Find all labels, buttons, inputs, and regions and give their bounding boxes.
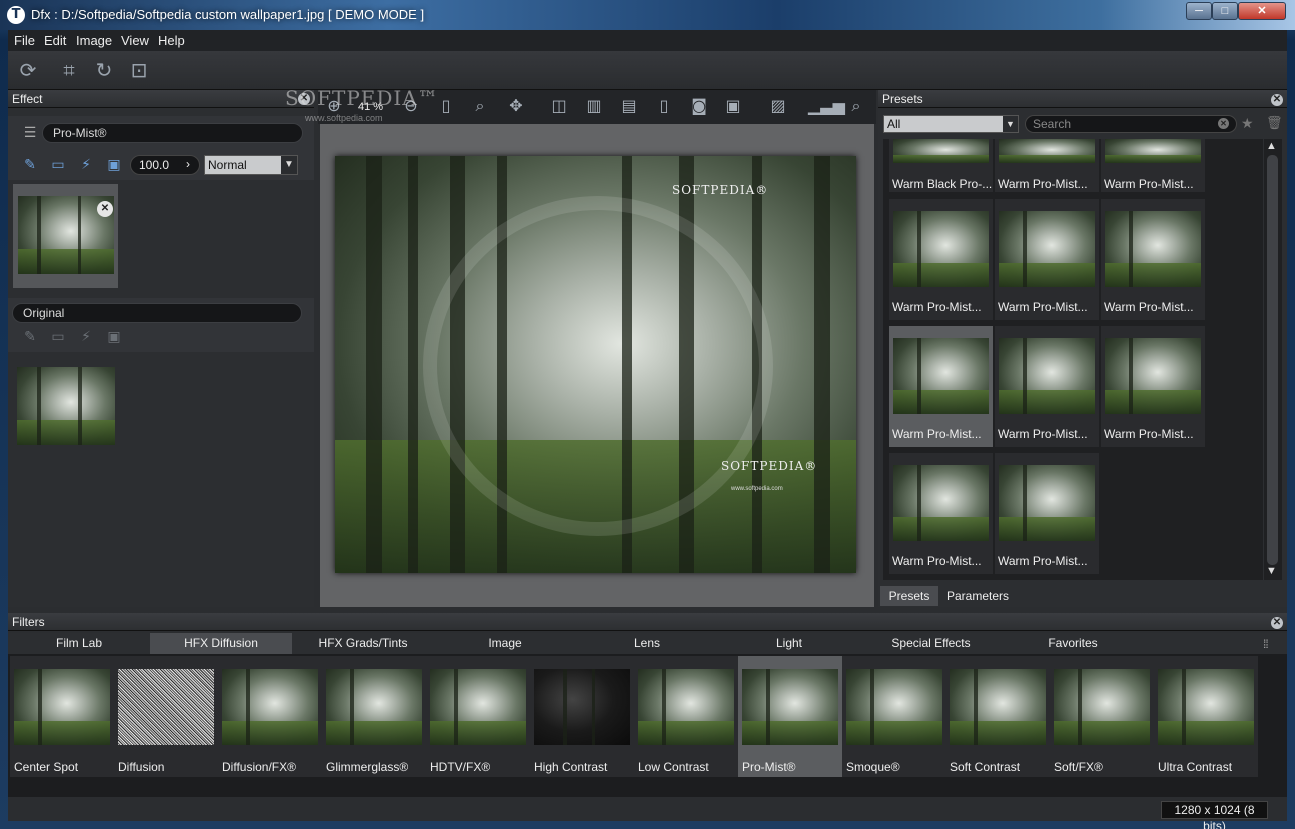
close-button[interactable]: ✕: [1238, 2, 1286, 20]
preset-scrollbar-thumb[interactable]: [1267, 155, 1278, 565]
inspect-icon[interactable]: ⌕: [844, 94, 868, 118]
single-view-icon[interactable]: ▯: [652, 94, 676, 118]
tab-parameters[interactable]: Parameters: [940, 586, 1016, 606]
split-view-icon[interactable]: ◫: [547, 94, 571, 118]
preset-search-input[interactable]: Search: [1025, 115, 1237, 133]
tab-hfx-grads-tints[interactable]: HFX Grads/Tints: [292, 633, 434, 654]
tab-presets[interactable]: Presets: [880, 586, 938, 606]
window-title: Dfx : D:/Softpedia/Softpedia custom wall…: [31, 7, 425, 22]
split-horizontal-icon[interactable]: ▤: [617, 94, 641, 118]
monitor-icon: ▭: [51, 329, 65, 345]
filter-item[interactable]: Glimmerglass®: [322, 656, 426, 777]
split-vertical-icon[interactable]: ▥: [582, 94, 606, 118]
magnifier-icon[interactable]: ⌕: [468, 94, 492, 118]
filter-item[interactable]: Diffusion/FX®: [218, 656, 322, 777]
edit-mask-icon[interactable]: ✎: [20, 156, 40, 174]
refresh-icon[interactable]: ⟳: [15, 58, 41, 82]
flash-icon[interactable]: ⚡: [76, 156, 96, 174]
layer-list-icon[interactable]: ☰: [20, 124, 40, 142]
effect-layer-name[interactable]: Pro-Mist®: [42, 123, 303, 143]
filter-item[interactable]: Center Spot: [10, 656, 114, 777]
mask-icon: ▣: [107, 329, 121, 345]
original-layer-name[interactable]: Original: [12, 303, 302, 323]
menu-bar: [8, 30, 1287, 51]
edit-mask-icon: ✎: [24, 329, 36, 345]
app-logo-icon: T: [7, 6, 25, 24]
rotate-icon[interactable]: ↻: [91, 58, 117, 82]
filter-item[interactable]: High Contrast: [530, 656, 634, 777]
preset-item[interactable]: Warm Pro-Mist...: [889, 199, 993, 320]
filter-item[interactable]: Diffusion: [114, 656, 218, 777]
tab-favorites[interactable]: Favorites: [1002, 633, 1144, 654]
preset-item[interactable]: Warm Pro-Mist...: [1101, 139, 1205, 192]
preset-item[interactable]: Warm Pro-Mist...: [995, 139, 1099, 192]
original-thumbnail[interactable]: [17, 367, 115, 445]
filter-item-selected[interactable]: Pro-Mist®: [738, 656, 842, 777]
histogram-icon[interactable]: ▁▃▅: [808, 94, 845, 118]
preset-item[interactable]: Warm Pro-Mist...: [995, 453, 1099, 574]
chevron-down-icon[interactable]: ▼: [281, 156, 297, 174]
chevron-down-icon[interactable]: ▼: [1003, 116, 1018, 132]
tab-film-lab[interactable]: Film Lab: [8, 633, 150, 654]
preset-item[interactable]: Warm Pro-Mist...: [995, 199, 1099, 320]
mask-icon[interactable]: ▣: [104, 156, 124, 174]
filter-item[interactable]: Soft/FX®: [1050, 656, 1154, 777]
preset-item[interactable]: Warm Pro-Mist...: [995, 326, 1099, 447]
tab-image[interactable]: Image: [434, 633, 576, 654]
preset-item[interactable]: Warm Pro-Mist...: [1101, 199, 1205, 320]
image-icon[interactable]: ▨: [766, 94, 790, 118]
effect-panel-header: Effect: [8, 90, 314, 108]
filter-item[interactable]: HDTV/FX®: [426, 656, 530, 777]
softpedia-overlay-url: www.softpedia.com: [305, 113, 383, 123]
presets-panel-header: Presets: [878, 90, 1287, 108]
maximize-button[interactable]: □: [1212, 2, 1238, 20]
main-image[interactable]: [335, 156, 856, 573]
tab-light[interactable]: Light: [718, 633, 860, 654]
image-watermark-secondary: SOFTPEDIA®: [721, 459, 818, 473]
status-bar: [8, 797, 1287, 821]
preset-item[interactable]: Warm Pro-Mist...: [889, 453, 993, 574]
clear-search-icon[interactable]: ✕: [1218, 118, 1229, 129]
menu-image[interactable]: Image: [76, 33, 112, 48]
camera-icon[interactable]: ◙: [687, 94, 711, 118]
grid-view-icon[interactable]: ⁞⁞: [1263, 637, 1269, 651]
menu-help[interactable]: Help: [158, 33, 185, 48]
preset-item[interactable]: Warm Pro-Mist...: [1101, 326, 1205, 447]
presets-close-icon[interactable]: ✕: [1271, 94, 1283, 106]
crop-icon[interactable]: ⌗: [56, 58, 82, 82]
opacity-next-icon[interactable]: ›: [186, 157, 190, 171]
softpedia-overlay-logo: SOFTPEDIA™: [285, 86, 439, 110]
flash-icon: ⚡: [81, 329, 91, 345]
move-icon[interactable]: ✥: [504, 94, 528, 118]
filter-item[interactable]: Ultra Contrast: [1154, 656, 1258, 777]
image-watermark: SOFTPEDIA®: [672, 183, 769, 197]
scroll-down-icon[interactable]: ▼: [1266, 565, 1277, 577]
filter-item[interactable]: Smoque®: [842, 656, 946, 777]
fit-icon[interactable]: ⊡: [126, 58, 152, 82]
main-toolbar: [8, 51, 1287, 90]
menu-view[interactable]: View: [121, 33, 149, 48]
filter-item[interactable]: Low Contrast: [634, 656, 738, 777]
scroll-up-icon[interactable]: ▲: [1266, 140, 1277, 152]
preset-item[interactable]: Warm Black Pro-...: [889, 139, 993, 192]
preset-item-selected[interactable]: Warm Pro-Mist...: [889, 326, 993, 447]
filter-item[interactable]: Soft Contrast: [946, 656, 1050, 777]
minimize-button[interactable]: ─: [1186, 2, 1212, 20]
trash-icon[interactable]: 🗑: [1266, 115, 1283, 131]
tab-lens[interactable]: Lens: [576, 633, 718, 654]
menu-edit[interactable]: Edit: [44, 33, 66, 48]
favorite-star-icon[interactable]: ★: [1241, 115, 1254, 132]
menu-file[interactable]: File: [14, 33, 35, 48]
tab-special-effects[interactable]: Special Effects: [860, 633, 1002, 654]
filters-close-icon[interactable]: ✕: [1271, 617, 1283, 629]
tab-hfx-diffusion[interactable]: HFX Diffusion: [150, 633, 292, 654]
monitor-icon[interactable]: ▭: [48, 156, 68, 174]
monitor-preview-icon[interactable]: ▣: [721, 94, 745, 118]
preset-filter-select[interactable]: All: [883, 115, 1019, 133]
image-watermark-url: www.softpedia.com: [731, 486, 783, 492]
image-size-indicator: 1280 x 1024 (8 bits): [1161, 801, 1268, 829]
remove-effect-icon[interactable]: ✕: [97, 201, 113, 217]
filters-panel-header: Filters: [8, 613, 1287, 631]
